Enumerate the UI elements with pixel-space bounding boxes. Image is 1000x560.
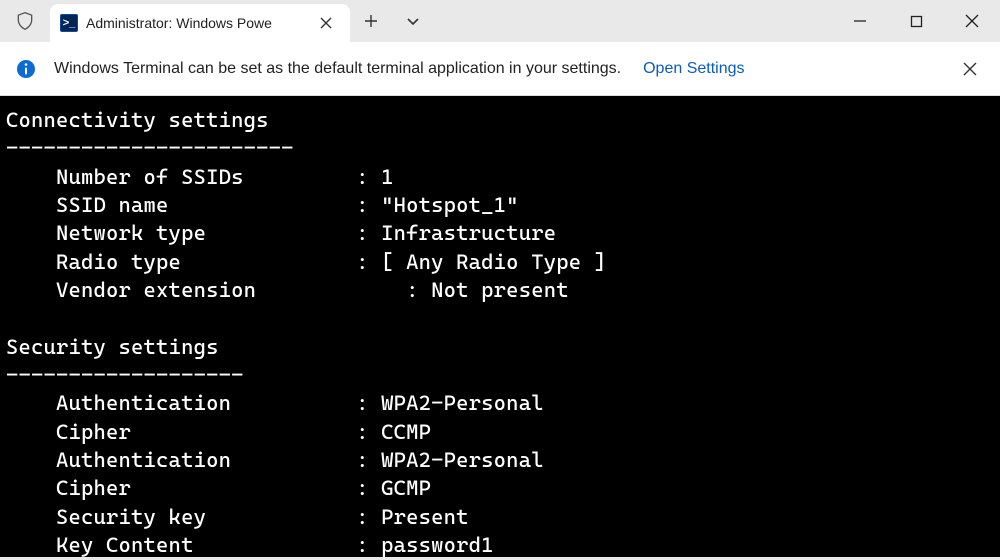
tab-title: Administrator: Windows Powe <box>86 15 304 31</box>
new-tab-button[interactable] <box>350 0 392 42</box>
close-tab-button[interactable] <box>312 9 340 37</box>
infobar-message: Windows Terminal can be set as the defau… <box>54 60 621 78</box>
uac-shield-icon <box>0 0 50 42</box>
powershell-icon: >_ <box>60 14 78 32</box>
info-icon <box>14 57 38 81</box>
tab-powershell[interactable]: >_ Administrator: Windows Powe <box>50 4 350 42</box>
infobar: Windows Terminal can be set as the defau… <box>0 42 1000 96</box>
titlebar: >_ Administrator: Windows Powe <box>0 0 1000 42</box>
tab-dropdown-button[interactable] <box>392 0 434 42</box>
maximize-button[interactable] <box>888 0 944 42</box>
minimize-button[interactable] <box>832 0 888 42</box>
window-controls <box>832 0 1000 42</box>
infobar-close-button[interactable] <box>954 53 986 85</box>
titlebar-drag-region[interactable] <box>434 0 832 42</box>
close-window-button[interactable] <box>944 0 1000 42</box>
open-settings-link[interactable]: Open Settings <box>643 60 744 78</box>
terminal-output[interactable]: Connectivity settings ------------------… <box>0 96 1000 557</box>
